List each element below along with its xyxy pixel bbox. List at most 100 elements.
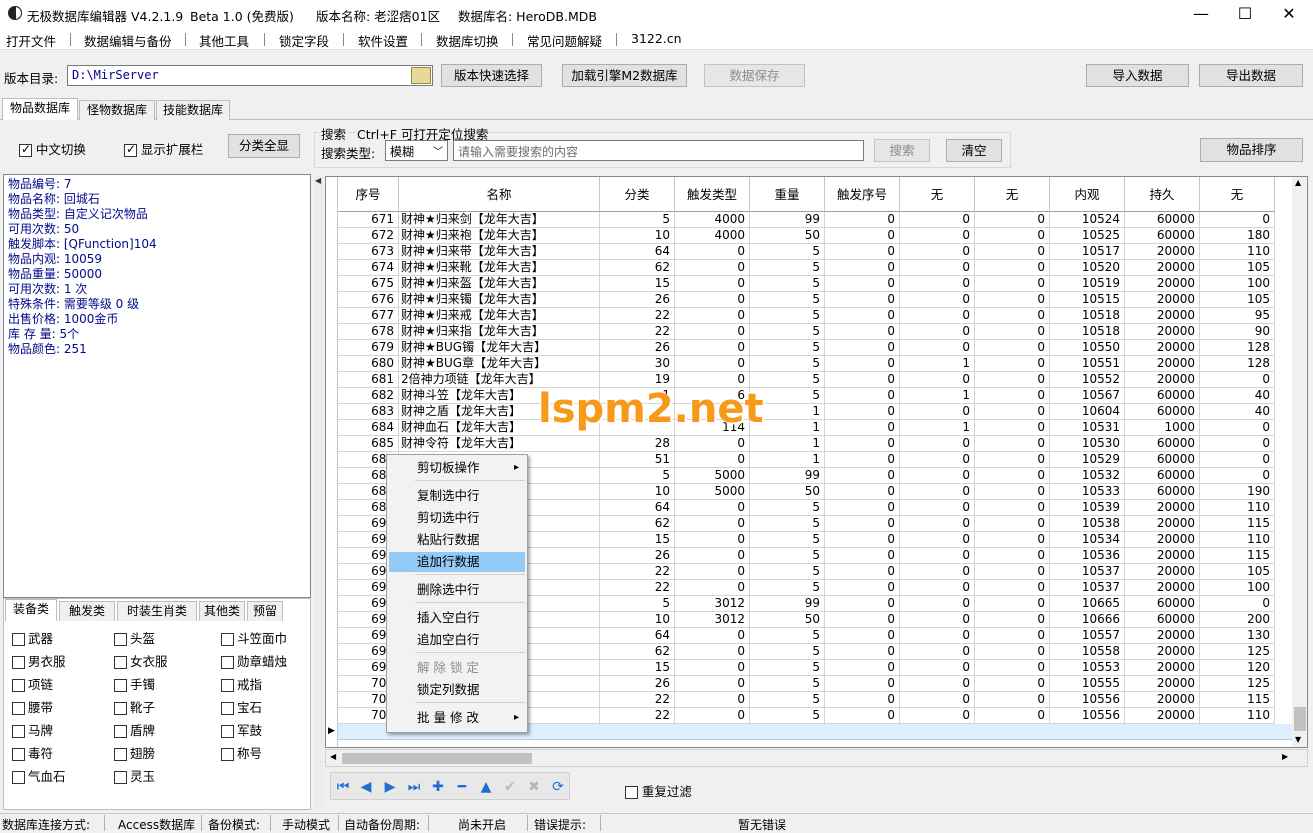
table-cell[interactable]: 50 (750, 612, 825, 628)
table-cell[interactable]: 0 (900, 308, 975, 324)
context-menu-item[interactable]: 追加行数据 (389, 552, 525, 572)
table-cell[interactable]: 10 (600, 228, 675, 244)
checkbox[interactable] (114, 633, 127, 646)
menu-data-edit[interactable]: 数据编辑与备份 (84, 31, 172, 50)
table-cell[interactable]: 0 (825, 324, 900, 340)
table-cell[interactable]: 115 (1200, 548, 1275, 564)
category-option[interactable]: 手镯 (114, 674, 155, 693)
column-header[interactable]: 无 (900, 177, 975, 212)
table-cell[interactable]: 5 (750, 500, 825, 516)
table-cell[interactable]: 0 (900, 564, 975, 580)
table-cell[interactable]: 62 (600, 260, 675, 276)
table-cell[interactable]: 62 (600, 516, 675, 532)
context-menu-item[interactable]: 粘贴行数据 (389, 530, 525, 550)
table-row[interactable]: 681 2倍神力项链【龙年大吉】 19 0 5 0 0 0 10552 20000 0 (326, 372, 1292, 388)
table-cell[interactable]: 4000 (675, 228, 750, 244)
table-cell[interactable]: 0 (675, 580, 750, 596)
table-cell[interactable]: 20000 (1125, 308, 1200, 324)
table-cell[interactable]: 10518 (1050, 308, 1125, 324)
table-cell[interactable]: 1 (900, 420, 975, 436)
table-row[interactable]: 675 财神★归来盔【龙年大吉】 15 0 5 0 0 0 10519 20000 100 (326, 276, 1292, 292)
table-cell[interactable]: 5 (750, 580, 825, 596)
table-cell[interactable]: 100 (1200, 276, 1275, 292)
table-cell[interactable]: 0 (900, 548, 975, 564)
table-cell[interactable]: 10519 (1050, 276, 1125, 292)
table-cell[interactable]: 0 (900, 276, 975, 292)
table-cell[interactable]: 10538 (1050, 516, 1125, 532)
table-cell[interactable]: 0 (825, 244, 900, 260)
table-cell[interactable]: 0 (825, 612, 900, 628)
delete-record-icon[interactable]: ━ (452, 778, 472, 796)
table-cell[interactable]: 60000 (1125, 212, 1200, 228)
menu-lock-fields[interactable]: 锁定字段 (279, 31, 329, 50)
table-cell[interactable]: 0 (900, 228, 975, 244)
dir-input[interactable]: D:\MirServer (67, 65, 433, 86)
table-cell[interactable]: 20000 (1125, 340, 1200, 356)
table-cell[interactable]: 20000 (1125, 516, 1200, 532)
table-cell[interactable]: 20000 (1125, 692, 1200, 708)
table-row[interactable]: 680 财神★BUG章【龙年大吉】 30 0 5 0 1 0 10551 20000 128 (326, 356, 1292, 372)
table-cell[interactable]: 5 (750, 564, 825, 580)
table-cell[interactable]: 5 (750, 244, 825, 260)
table-cell[interactable]: 30 (600, 356, 675, 372)
table-cell[interactable]: 10665 (1050, 596, 1125, 612)
table-cell[interactable]: 0 (825, 420, 900, 436)
table-cell[interactable]: 15 (600, 276, 675, 292)
table-cell[interactable]: 0 (975, 580, 1050, 596)
table-cell[interactable]: 22 (600, 692, 675, 708)
table-cell[interactable]: 财神★归来盔【龙年大吉】 (399, 276, 600, 292)
table-cell[interactable]: 0 (900, 484, 975, 500)
context-menu-item[interactable]: 复制选中行 (389, 486, 525, 506)
table-cell[interactable]: 22 (600, 324, 675, 340)
table-cell[interactable]: 0 (900, 516, 975, 532)
table-cell[interactable]: 0 (675, 676, 750, 692)
table-cell[interactable]: 0 (975, 468, 1050, 484)
table-cell[interactable]: 0 (1200, 212, 1275, 228)
table-cell[interactable]: 128 (1200, 356, 1275, 372)
column-header[interactable]: 无 (975, 177, 1050, 212)
table-cell[interactable]: 0 (825, 628, 900, 644)
table-cell[interactable]: 10555 (1050, 676, 1125, 692)
table-cell[interactable]: 3012 (675, 612, 750, 628)
table-cell[interactable]: 0 (825, 596, 900, 612)
splitter[interactable]: ◀ (314, 176, 323, 810)
export-button[interactable]: 导出数据 (1199, 64, 1303, 87)
first-record-icon[interactable]: ⏮ (333, 778, 353, 796)
table-cell[interactable]: 0 (975, 340, 1050, 356)
category-option[interactable]: 腰带 (12, 697, 53, 716)
category-option[interactable]: 马牌 (12, 720, 53, 739)
table-cell[interactable]: 10534 (1050, 532, 1125, 548)
table-cell[interactable]: 5 (750, 548, 825, 564)
checkbox[interactable] (114, 656, 127, 669)
table-cell[interactable]: 0 (975, 324, 1050, 340)
table-cell[interactable]: 1 (750, 452, 825, 468)
table-cell[interactable]: 0 (975, 708, 1050, 724)
table-cell[interactable]: 681 (338, 372, 399, 388)
column-header[interactable]: 持久 (1125, 177, 1200, 212)
table-cell[interactable]: 0 (675, 292, 750, 308)
table-cell[interactable]: 0 (900, 644, 975, 660)
table-cell[interactable]: 0 (825, 356, 900, 372)
table-cell[interactable]: 0 (825, 228, 900, 244)
category-option[interactable]: 勋章蜡烛 (221, 651, 287, 670)
table-cell[interactable]: 22 (600, 708, 675, 724)
table-cell[interactable]: 0 (975, 436, 1050, 452)
table-cell[interactable]: 51 (600, 452, 675, 468)
refresh-icon[interactable]: ⟳ (548, 778, 568, 796)
table-cell[interactable]: 683 (338, 404, 399, 420)
column-header[interactable]: 内观 (1050, 177, 1125, 212)
table-cell[interactable]: 0 (975, 692, 1050, 708)
table-cell[interactable]: 5 (750, 292, 825, 308)
checkbox[interactable] (124, 142, 137, 157)
checkbox[interactable] (12, 702, 25, 715)
table-cell[interactable]: 60000 (1125, 404, 1200, 420)
table-cell[interactable]: 0 (675, 708, 750, 724)
table-cell[interactable]: 10539 (1050, 500, 1125, 516)
table-row[interactable]: 671 财神★归来剑【龙年大吉】 5 4000 99 0 0 0 10524 60000 0 (326, 212, 1292, 228)
table-cell[interactable]: 105 (1200, 564, 1275, 580)
table-cell[interactable]: 0 (825, 500, 900, 516)
table-cell[interactable]: 0 (1200, 436, 1275, 452)
table-cell[interactable]: 62 (600, 644, 675, 660)
table-cell[interactable]: 5000 (675, 468, 750, 484)
cancel-record-icon[interactable]: ✖ (524, 778, 544, 796)
